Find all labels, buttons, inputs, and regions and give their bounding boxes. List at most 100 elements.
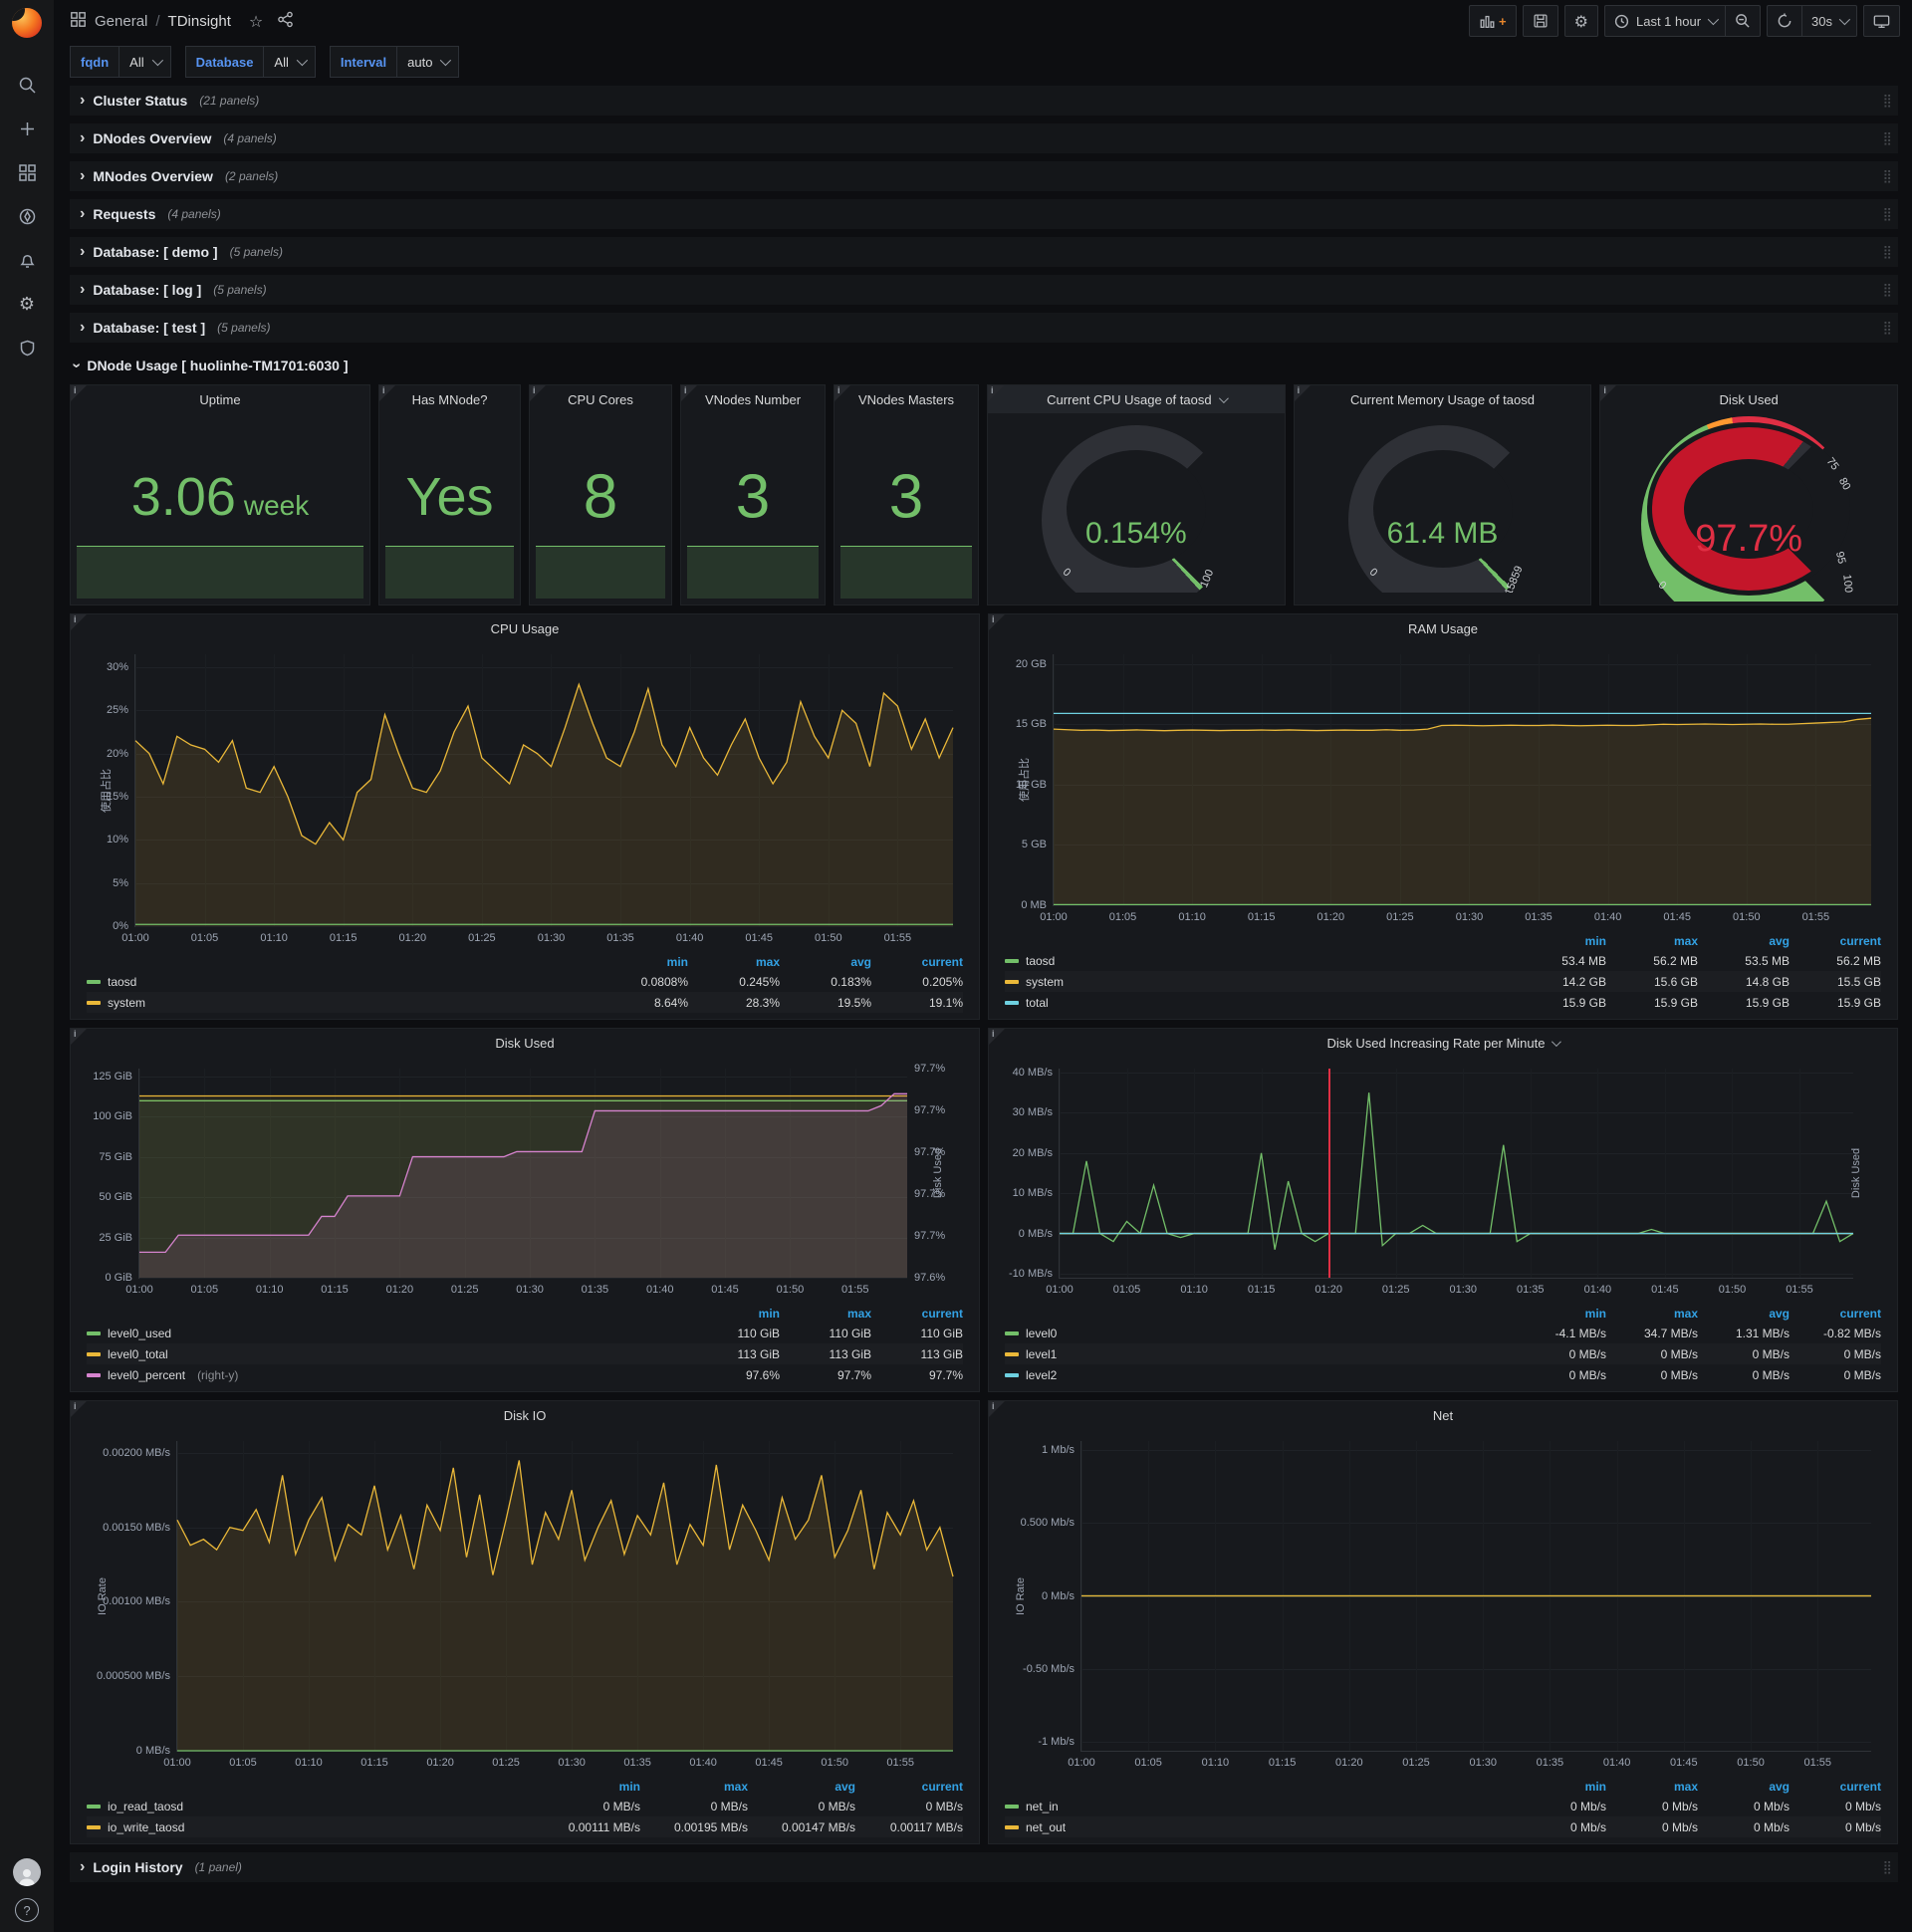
legend-col-avg[interactable]: avg <box>1698 1307 1790 1321</box>
legend-series-level0_used[interactable]: level0_used <box>87 1327 688 1340</box>
panel-title-has-mnode[interactable]: Has MNode? <box>379 385 520 413</box>
legend-col-current[interactable]: current <box>1790 1307 1881 1321</box>
row-drag-handle[interactable]: ⣿ <box>1882 321 1892 336</box>
panel-title-disk-used-gauge[interactable]: Disk Used <box>1600 385 1897 413</box>
plot-area[interactable]: 0 MB/s 0.000500 MB/s 0.00100 MB/s 0.00150 M… <box>77 1433 969 1776</box>
panel-title-uptime[interactable]: Uptime <box>71 385 369 413</box>
panel-title-net-chart[interactable]: Net <box>989 1401 1897 1429</box>
dashboards-icon[interactable] <box>8 153 46 191</box>
refresh-interval-picker[interactable]: 30s <box>1801 5 1857 37</box>
zoom-out-time-button[interactable] <box>1725 5 1762 37</box>
row-drag-handle[interactable]: ⣿ <box>1882 131 1892 146</box>
legend-col-current[interactable]: current <box>855 1780 963 1794</box>
panel-title-vnodes-number[interactable]: VNodes Number <box>681 385 825 413</box>
legend-col-current[interactable]: current <box>871 955 963 969</box>
legend-col-current[interactable]: current <box>1790 934 1881 948</box>
row-database-log[interactable]: › Database: [ log ] (5 panels) ⣿ <box>70 275 1898 305</box>
net-chart[interactable]: -1 Mb/s -0.50 Mb/s 0 Mb/s 0.500 Mb/s 1 Mb/s 0… <box>989 1429 1897 1843</box>
panel-info-icon[interactable]: i <box>71 1029 87 1045</box>
panel-info-icon[interactable]: i <box>71 385 87 401</box>
legend-col-min[interactable]: min <box>1515 1780 1606 1794</box>
row-drag-handle[interactable]: ⣿ <box>1882 1860 1892 1875</box>
row-drag-handle[interactable]: ⣿ <box>1882 283 1892 298</box>
explore-compass-icon[interactable] <box>8 197 46 235</box>
cpu-usage-chart[interactable]: 0% 5% 10% 15% 20% 25% 30% 01:00 01:05 01:10 01:15 0… <box>71 642 979 1019</box>
alerting-bell-icon[interactable] <box>8 241 46 279</box>
breadcrumb-page[interactable]: TDinsight <box>168 13 231 30</box>
legend-series-io_read_taosd[interactable]: io_read_taosd <box>87 1800 533 1813</box>
legend-series-level2[interactable]: level2 <box>1005 1368 1515 1382</box>
grafana-logo[interactable] <box>12 8 42 38</box>
panel-info-icon[interactable]: i <box>989 1029 1005 1045</box>
refresh-button[interactable] <box>1767 5 1802 37</box>
panel-info-icon[interactable]: i <box>379 385 395 401</box>
panel-title-disk-used-chart[interactable]: Disk Used <box>71 1029 979 1057</box>
panel-info-icon[interactable]: i <box>71 614 87 630</box>
panel-info-icon[interactable]: i <box>988 385 1004 401</box>
disk-io-chart[interactable]: 0 MB/s 0.000500 MB/s 0.00100 MB/s 0.00150 M… <box>71 1429 979 1843</box>
legend-series-io_write_taosd[interactable]: io_write_taosd <box>87 1820 533 1834</box>
legend-series-level1[interactable]: level1 <box>1005 1347 1515 1361</box>
panel-title-vnodes-masters[interactable]: VNodes Masters <box>835 385 978 413</box>
create-plus-icon[interactable] <box>8 110 46 147</box>
legend-col-min[interactable]: min <box>688 1307 780 1321</box>
legend-col-min[interactable]: min <box>597 955 688 969</box>
legend-col-max[interactable]: max <box>1606 1780 1698 1794</box>
star-favorite-icon[interactable]: ☆ <box>249 12 263 31</box>
cycle-view-mode-button[interactable] <box>1863 5 1900 37</box>
dashboard-settings-button[interactable]: ⚙ <box>1563 5 1598 37</box>
row-drag-handle[interactable]: ⣿ <box>1882 245 1892 260</box>
row-database-demo[interactable]: › Database: [ demo ] (5 panels) ⣿ <box>70 237 1898 267</box>
row-database-test[interactable]: › Database: [ test ] (5 panels) ⣿ <box>70 313 1898 343</box>
legend-series-level0[interactable]: level0 <box>1005 1327 1515 1340</box>
panel-info-icon[interactable]: i <box>989 1401 1005 1417</box>
server-admin-shield-icon[interactable] <box>8 329 46 366</box>
panel-info-icon[interactable]: i <box>681 385 697 401</box>
legend-series-net_in[interactable]: net_in <box>1005 1800 1515 1813</box>
panel-title-cpu-usage-chart[interactable]: CPU Usage <box>71 614 979 642</box>
legend-col-min[interactable]: min <box>1515 1307 1606 1321</box>
variable-database-value[interactable]: All <box>263 46 316 78</box>
legend-series-system[interactable]: system <box>87 996 597 1010</box>
add-panel-button[interactable]: + <box>1469 5 1517 37</box>
user-avatar[interactable] <box>13 1858 41 1886</box>
save-dashboard-button[interactable] <box>1522 5 1558 37</box>
legend-col-max[interactable]: max <box>640 1780 748 1794</box>
legend-series-level0_percent[interactable]: level0_percent (right-y) <box>87 1368 688 1382</box>
legend-series-level0_total[interactable]: level0_total <box>87 1347 688 1361</box>
legend-col-max[interactable]: max <box>780 1307 871 1321</box>
panel-info-icon[interactable]: i <box>1294 385 1311 401</box>
share-icon[interactable] <box>277 11 294 32</box>
ram-usage-chart[interactable]: 0 MB 5 GB 10 GB 15 GB 20 GB 01:00 01:05 01:10 01… <box>989 642 1897 1019</box>
panel-title-cpu-cores[interactable]: CPU Cores <box>530 385 671 413</box>
panel-title-ram-usage-chart[interactable]: RAM Usage <box>989 614 1897 642</box>
plot-area[interactable]: 0 GiB 25 GiB 50 GiB 75 GiB 100 GiB 125 GiB 97.… <box>77 1061 969 1303</box>
annotation-line[interactable] <box>1328 1069 1331 1278</box>
legend-series-taosd[interactable]: taosd <box>87 975 597 989</box>
help-icon[interactable]: ? <box>15 1898 39 1922</box>
row-drag-handle[interactable]: ⣿ <box>1882 169 1892 184</box>
legend-col-avg[interactable]: avg <box>780 955 871 969</box>
legend-col-current[interactable]: current <box>871 1307 963 1321</box>
plot-area[interactable]: 0 MB 5 GB 10 GB 15 GB 20 GB 01:00 01:05 01:10 01… <box>995 646 1887 930</box>
panel-title-disk-rate-chart[interactable]: Disk Used Increasing Rate per Minute <box>989 1029 1897 1057</box>
legend-col-avg[interactable]: avg <box>1698 934 1790 948</box>
legend-col-min[interactable]: min <box>1515 934 1606 948</box>
legend-series-total[interactable]: total <box>1005 996 1515 1010</box>
row-dnodes-overview[interactable]: › DNodes Overview (4 panels) ⣿ <box>70 123 1898 153</box>
time-range-picker[interactable]: Last 1 hour <box>1603 5 1726 37</box>
configuration-gear-icon[interactable]: ⚙ <box>8 285 46 323</box>
legend-col-avg[interactable]: avg <box>748 1780 855 1794</box>
row-login-history[interactable]: › Login History (1 panel) ⣿ <box>70 1852 1898 1882</box>
plot-area[interactable]: -10 MB/s 0 MB/s 10 MB/s 20 MB/s 30 MB/s 40 MB… <box>995 1061 1887 1303</box>
row-cluster-status[interactable]: › Cluster Status (21 panels) ⣿ <box>70 86 1898 116</box>
breadcrumb-section[interactable]: General <box>95 13 147 30</box>
panel-title-disk-io-chart[interactable]: Disk IO <box>71 1401 979 1429</box>
legend-col-current[interactable]: current <box>1790 1780 1881 1794</box>
disk-used-chart[interactable]: 0 GiB 25 GiB 50 GiB 75 GiB 100 GiB 125 GiB 97.… <box>71 1057 979 1391</box>
legend-col-min[interactable]: min <box>533 1780 640 1794</box>
row-mnodes-overview[interactable]: › MNodes Overview (2 panels) ⣿ <box>70 161 1898 191</box>
legend-series-taosd[interactable]: taosd <box>1005 954 1515 968</box>
panel-title-current-memory-usage[interactable]: Current Memory Usage of taosd <box>1295 385 1591 413</box>
legend-col-max[interactable]: max <box>688 955 780 969</box>
